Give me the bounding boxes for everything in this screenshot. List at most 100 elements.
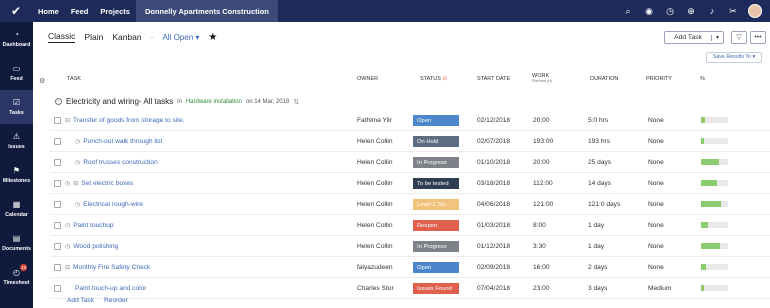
table-row[interactable]: ◷ Paint touchup Helen Collin 01/03/2018 8:00… [50,215,770,236]
sidebar-item-calendar[interactable]: ▦ Calendar [0,192,33,226]
row-checkbox[interactable] [54,180,61,187]
tab-kanban[interactable]: Kanban [112,32,141,42]
timer-icon[interactable]: ◷ [75,159,80,166]
collapse-icon[interactable]: − [55,98,62,105]
status-badge[interactable]: Open [413,262,459,273]
chevron-down-icon[interactable]: ▼ [711,34,723,41]
timer-icon[interactable]: ◷ [75,201,80,208]
sidebar-item-documents[interactable]: ▤ Documents [0,226,33,260]
timer-icon[interactable]: ◷ [65,243,70,250]
save-results-button[interactable]: Save Results To ▾ [706,52,762,63]
task-name[interactable]: Monthly Fire Safety Check [73,264,150,271]
col-header-task[interactable]: TASK [67,76,81,82]
tab-plain[interactable]: Plain [84,32,103,42]
table-row[interactable]: ⊟ Transfer of goods from storage to site.… [50,110,770,131]
sidebar-item-timesheet[interactable]: ◴ 15 Timesheet [0,260,33,294]
timer-icon[interactable]: ◷ [65,222,70,229]
table-row[interactable]: ◷ Punch-out walk through list Helen Collin… [50,131,770,152]
checkmark-logo-icon[interactable]: ✔ [0,0,32,22]
task-group-header: − Electricity and wiring- All tasks in H… [55,97,299,106]
task-name-cell[interactable]: Paint touch-up and color [75,278,146,299]
row-checkbox[interactable] [54,285,61,292]
task-name[interactable]: Paint touchup [73,222,113,229]
add-task-link[interactable]: Add Task [67,297,94,304]
add-task-button[interactable]: Add Task ▼ [664,31,724,44]
filter-dropdown[interactable]: All Open ▾ [162,33,199,42]
row-checkbox[interactable] [54,264,61,271]
timer-icon[interactable]: ◷ [75,138,80,145]
task-name[interactable]: Transfer of goods from storage to site. [73,117,185,124]
table-row[interactable]: Paint touch-up and color Charles Stor 07/0… [50,278,770,299]
col-header-duration[interactable]: DURATION [590,76,618,82]
status-badge[interactable]: To be tested [413,178,459,189]
tools-icon[interactable]: ✂ [727,6,739,17]
tab-classic[interactable]: Classic [48,31,76,43]
task-name-cell[interactable]: ⊟ Transfer of goods from storage to site. [65,110,185,131]
nav-home[interactable]: Home [32,0,65,22]
table-row[interactable]: ◷ Roof trusses construction Helen Collin 01… [50,152,770,173]
add-icon[interactable]: ⊕ [685,6,697,17]
status-badge[interactable]: Issues Found [413,283,459,294]
table-row[interactable]: ◷ Electrical rough-wire Helen Collin 04/06/… [50,194,770,215]
more-options-icon[interactable]: ••• [750,31,766,44]
row-checkbox[interactable] [54,138,61,145]
sidebar-item-dashboard[interactable]: ◔ Dashboard [0,22,33,56]
reorder-link[interactable]: Reorder [104,297,128,304]
search-icon[interactable]: ⌕ [622,6,634,17]
table-row[interactable]: ◷ ⊟ Set electric boxes Helen Collin 03/18/20… [50,173,770,194]
collapse-icon[interactable]: ⊟ [65,264,70,271]
task-name[interactable]: Paint touch-up and color [75,285,146,292]
col-header-start-date[interactable]: START DATE [477,76,510,82]
bell-icon[interactable]: ♪ [706,6,718,16]
star-icon[interactable]: ★ [208,32,217,43]
sidebar-item-feed[interactable]: ▭ Feed [0,56,33,90]
progress-bar [701,201,728,207]
row-checkbox[interactable] [54,159,61,166]
avatar[interactable] [748,4,762,18]
table-row[interactable]: ⊟ Monthly Fire Safety Check faiyazudeen 02/… [50,257,770,278]
status-badge[interactable]: Open [413,115,459,126]
task-name[interactable]: Roof trusses construction [83,159,157,166]
task-name[interactable]: Wood polishing [73,243,118,250]
status-badge[interactable]: Reopen [413,220,459,231]
gamepad-icon[interactable]: ◉ [643,6,655,17]
row-checkbox[interactable] [54,243,61,250]
task-name-cell[interactable]: ◷ ⊟ Set electric boxes [65,173,133,194]
column-settings-icon[interactable]: ⚙ [39,77,45,85]
status-badge[interactable]: In Progress [413,241,459,252]
sort-icon[interactable]: ⇅ [293,98,299,106]
status-badge[interactable]: In Progress [413,157,459,168]
task-name[interactable]: Punch-out walk through list [83,138,162,145]
task-name[interactable]: Set electric boxes [81,180,133,187]
sidebar-item-issues[interactable]: ⚠ Issues [0,124,33,158]
row-checkbox[interactable] [54,201,61,208]
task-name-cell[interactable]: ◷ Punch-out walk through list [75,131,162,152]
col-header-percent[interactable]: % [700,76,705,82]
sidebar-item-milestones[interactable]: ⚑ Milestones [0,158,33,192]
task-name[interactable]: Electrical rough-wire [83,201,143,208]
task-name-cell[interactable]: ⊟ Monthly Fire Safety Check [65,257,150,278]
col-header-status[interactable]: STATUS ⊙ [420,76,447,82]
sidebar-item-tasks[interactable]: ☑ Tasks [0,90,33,124]
collapse-icon[interactable]: ⊟ [73,180,78,187]
filter-icon[interactable]: ▽ [731,31,747,44]
col-header-priority[interactable]: PRIORITY [646,76,672,82]
task-name-cell[interactable]: ◷ Electrical rough-wire [75,194,143,215]
nav-current-project[interactable]: Donnelly Apartments Construction [135,0,278,22]
task-name-cell[interactable]: ◷ Roof trusses construction [75,152,158,173]
col-header-owner[interactable]: OWNER [357,76,378,82]
timer-icon[interactable]: ◷ [664,6,676,17]
nav-feed[interactable]: Feed [65,0,95,22]
status-badge[interactable]: Level 2 Tec... [413,199,459,210]
row-checkbox[interactable] [54,117,61,124]
col-header-work[interactable]: WORK Planned (H) [532,73,552,83]
timer-icon[interactable]: ◷ [65,180,70,187]
collapse-icon[interactable]: ⊟ [65,117,70,124]
status-badge[interactable]: On Hold [413,136,459,147]
group-milestone-link[interactable]: Hardware installation [186,99,242,105]
nav-projects[interactable]: Projects [94,0,136,22]
task-name-cell[interactable]: ◷ Wood polishing [65,236,118,257]
task-name-cell[interactable]: ◷ Paint touchup [65,215,114,236]
table-row[interactable]: ◷ Wood polishing Helen Collin 01/12/2018 3:3… [50,236,770,257]
row-checkbox[interactable] [54,222,61,229]
